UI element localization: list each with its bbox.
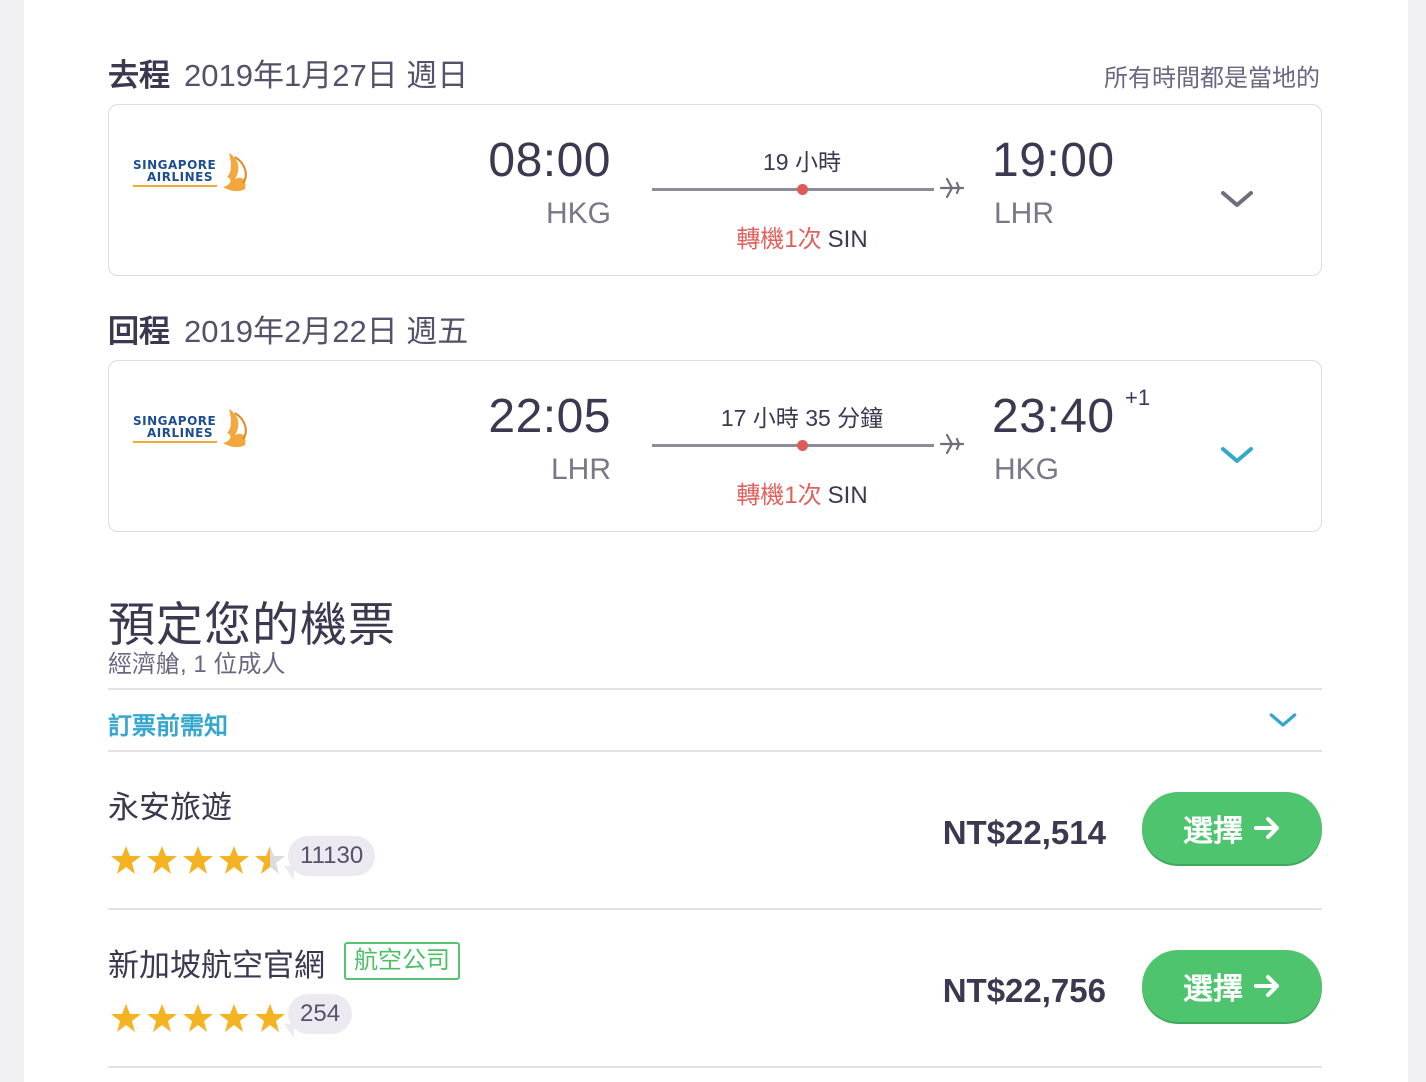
divider (108, 1066, 1322, 1068)
rating-stars (111, 1004, 285, 1032)
select-button[interactable]: 選擇 (1142, 950, 1322, 1022)
bubble-tail (284, 1024, 294, 1038)
outbound-route-line (652, 188, 934, 191)
divider (108, 908, 1322, 910)
local-time-note: 所有時間都是當地的 (1104, 65, 1320, 92)
select-button[interactable]: 選擇 (1142, 792, 1322, 864)
plane-icon (939, 433, 965, 455)
offer-price: NT$22,514 (942, 814, 1106, 851)
singapore-airlines-logo: SINGAPORE AIRLINES (131, 149, 256, 195)
outbound-label: 去程 (108, 58, 170, 93)
outbound-date: 2019年1月27日 週日 (184, 58, 469, 93)
outbound-flight-card[interactable]: SINGAPORE AIRLINES 08:00 HKG 19 小時 轉機1次 S… (108, 104, 1322, 276)
outbound-depart-code: HKG (545, 197, 611, 230)
review-count-bubble[interactable]: 11130 (288, 836, 376, 876)
inbound-flight-card[interactable]: SINGAPORE AIRLINES 22:05 LHR 17 小時 35 分鐘… (108, 360, 1322, 532)
offer-agent-name[interactable]: 永安旅遊 (108, 782, 232, 827)
arrow-right-icon (1254, 817, 1279, 839)
half-star-icon (255, 846, 285, 874)
offer-price: NT$22,756 (942, 972, 1106, 1009)
inbound-depart-code: LHR (550, 453, 611, 486)
star-icon (219, 846, 249, 874)
divider (108, 750, 1322, 752)
rating-stars (111, 846, 285, 874)
airline-badge: 航空公司 (344, 942, 460, 980)
chevron-down-icon[interactable] (1219, 187, 1255, 211)
star-icon (183, 846, 213, 874)
inbound-route-line (652, 444, 934, 447)
star-icon (219, 1004, 249, 1032)
outbound-depart-time: 08:00 (488, 134, 611, 187)
svg-text:AIRLINES: AIRLINES (147, 426, 213, 440)
star-icon (111, 846, 141, 874)
inbound-arrive-time: 23:40 (992, 390, 1115, 443)
star-icon (255, 1004, 285, 1032)
star-icon (111, 1004, 141, 1032)
outbound-arrive-time: 19:00 (992, 134, 1115, 187)
outbound-arrive-code: LHR (994, 197, 1055, 230)
star-icon (147, 846, 177, 874)
booking-notice-toggle[interactable]: 訂票前需知 (108, 706, 228, 741)
inbound-header: 回程 2019年2月22日 週五 (108, 306, 468, 351)
outbound-stops: 轉機1次 SIN (652, 219, 952, 254)
svg-text:AIRLINES: AIRLINES (147, 170, 213, 184)
offer-agent-name[interactable]: 新加坡航空官網 (108, 940, 325, 985)
review-count-bubble[interactable]: 254 (288, 994, 353, 1034)
star-icon (183, 1004, 213, 1032)
select-button-label: 選擇 (1183, 973, 1243, 1006)
select-button-label: 選擇 (1183, 815, 1243, 848)
inbound-arrive-code: HKG (994, 453, 1060, 486)
outbound-header: 去程 2019年1月27日 週日 (108, 50, 468, 95)
inbound-stop-count: 轉機1次 (736, 482, 822, 509)
chevron-down-icon[interactable] (1268, 710, 1298, 730)
singapore-airlines-logo: SINGAPORE AIRLINES (131, 405, 256, 451)
inbound-label: 回程 (108, 314, 170, 349)
inbound-day-offset: +1 (1125, 385, 1151, 410)
outbound-stop-airport: SIN (827, 226, 868, 253)
inbound-duration: 17 小時 35 分鐘 (720, 405, 884, 431)
divider (108, 688, 1322, 690)
outbound-stop-count: 轉機1次 (736, 226, 822, 253)
booking-subtitle: 經濟艙, 1 位成人 (108, 651, 286, 678)
star-icon (147, 1004, 177, 1032)
bubble-tail (284, 866, 294, 880)
outbound-stop-dot (797, 184, 808, 195)
inbound-stops: 轉機1次 SIN (652, 475, 952, 510)
arrow-right-icon (1254, 975, 1279, 997)
plane-icon (939, 177, 965, 199)
inbound-stop-airport: SIN (827, 482, 868, 509)
inbound-stop-dot (797, 440, 808, 451)
outbound-duration: 19 小時 (763, 149, 841, 175)
chevron-down-icon[interactable] (1219, 443, 1255, 467)
inbound-depart-time: 22:05 (488, 390, 611, 443)
inbound-date: 2019年2月22日 週五 (184, 314, 469, 349)
